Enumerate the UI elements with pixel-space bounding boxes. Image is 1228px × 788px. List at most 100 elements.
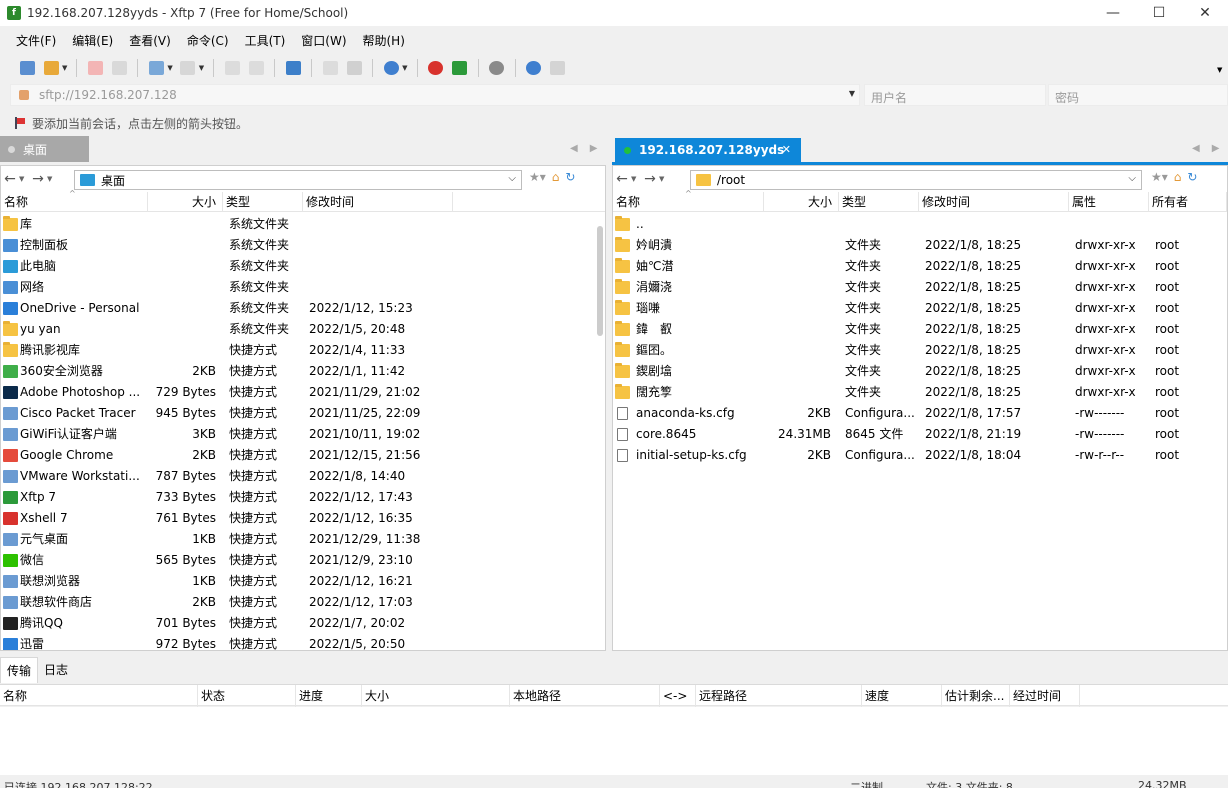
menu-window[interactable]: 窗口(W) bbox=[293, 32, 354, 49]
toolbar-overflow-icon[interactable]: ▼ bbox=[1217, 66, 1222, 74]
transfer-col-elapsed[interactable]: 经过时间 bbox=[1010, 685, 1080, 707]
disconnect-button[interactable] bbox=[84, 57, 106, 79]
forward-arrow-icon[interactable]: → bbox=[641, 171, 659, 187]
local-file-row[interactable]: Xshell 7 761 Bytes 快捷方式 2022/1/12, 16:35 bbox=[1, 508, 605, 529]
remote-file-row[interactable]: 涓嬭浇 文件夹 2022/1/8, 18:25 drwxr-xr-x root bbox=[613, 277, 1227, 298]
home-icon[interactable]: ⌂ bbox=[1174, 170, 1182, 184]
address-bar[interactable]: sftp://192.168.207.128 ▼ bbox=[10, 84, 860, 106]
options-button[interactable] bbox=[486, 57, 508, 79]
chevron-down-icon[interactable]: ▼ bbox=[402, 64, 407, 72]
chevron-down-icon[interactable]: ▼ bbox=[631, 175, 641, 183]
refresh-icon[interactable]: ↻ bbox=[1187, 170, 1197, 184]
chevron-down-icon[interactable]: ▼ bbox=[62, 64, 67, 72]
help-button[interactable] bbox=[523, 57, 545, 79]
flag-icon[interactable] bbox=[14, 117, 26, 129]
column-size[interactable]: 大小 bbox=[764, 192, 839, 212]
local-path-field[interactable]: 桌面 ⌵ bbox=[74, 170, 522, 190]
local-file-row[interactable]: Google Chrome 2KB 快捷方式 2021/12/15, 21:56 bbox=[1, 445, 605, 466]
transfer-col-remote-path[interactable]: 远程路径 bbox=[696, 685, 862, 707]
transfer-col-name[interactable]: 名称 bbox=[0, 685, 198, 707]
feedback-button[interactable] bbox=[547, 57, 569, 79]
copy-button[interactable] bbox=[319, 57, 341, 79]
local-file-row[interactable]: 联想浏览器 1KB 快捷方式 2022/1/12, 16:21 bbox=[1, 571, 605, 592]
back-arrow-icon[interactable]: ← bbox=[613, 171, 631, 187]
column-name[interactable]: 名称 bbox=[1, 192, 148, 212]
transfer-col-size[interactable]: 大小 bbox=[362, 685, 510, 707]
chevron-down-icon[interactable]: ▼ bbox=[167, 64, 172, 72]
remote-file-row[interactable]: anaconda-ks.cfg 2KB Configura... 2022/1/8, … bbox=[613, 403, 1227, 424]
encoding-button[interactable] bbox=[380, 57, 402, 79]
local-file-row[interactable]: 联想软件商店 2KB 快捷方式 2022/1/12, 17:03 bbox=[1, 592, 605, 613]
home-icon[interactable]: ⌂ bbox=[552, 170, 560, 184]
chevron-down-icon[interactable]: ▼ bbox=[47, 175, 57, 183]
local-file-row[interactable]: 库 系统文件夹 bbox=[1, 214, 605, 235]
address-input[interactable]: sftp://192.168.207.128 bbox=[39, 88, 177, 102]
tab-remote-session[interactable]: 192.168.207.128yyds ✕ bbox=[615, 138, 801, 162]
tab-local-desktop[interactable]: 桌面 bbox=[0, 136, 89, 162]
remote-file-row[interactable]: 鍥剧墖 文件夹 2022/1/8, 18:25 drwxr-xr-x root bbox=[613, 361, 1227, 382]
local-file-row[interactable]: yu yan 系统文件夹 2022/1/5, 20:48 bbox=[1, 319, 605, 340]
back-arrow-icon[interactable]: ← bbox=[1, 171, 19, 187]
chevron-down-icon[interactable]: ⌵ bbox=[1128, 173, 1136, 184]
edit-button[interactable] bbox=[245, 57, 267, 79]
sync-button[interactable] bbox=[145, 57, 167, 79]
local-file-row[interactable]: 迅雷 972 Bytes 快捷方式 2022/1/5, 20:50 bbox=[1, 634, 605, 650]
chevron-down-icon[interactable]: ⌵ bbox=[508, 173, 516, 184]
username-field[interactable]: 用户名 bbox=[864, 84, 1046, 106]
xftp-button[interactable] bbox=[449, 57, 471, 79]
local-file-row[interactable]: VMware Workstati... 787 Bytes 快捷方式 2022/1/8… bbox=[1, 466, 605, 487]
menu-view[interactable]: 查看(V) bbox=[121, 32, 179, 49]
password-field[interactable]: 密码 bbox=[1048, 84, 1228, 106]
local-file-row[interactable]: Xftp 7 733 Bytes 快捷方式 2022/1/12, 17:43 bbox=[1, 487, 605, 508]
menu-tools[interactable]: 工具(T) bbox=[237, 32, 294, 49]
paste-button[interactable] bbox=[343, 57, 365, 79]
chevron-down-icon[interactable]: ▼ bbox=[849, 89, 855, 98]
column-attributes[interactable]: 属性 bbox=[1069, 192, 1149, 212]
column-name[interactable]: 名称 bbox=[613, 192, 764, 212]
remote-file-row[interactable]: 妗岄潰 文件夹 2022/1/8, 18:25 drwxr-xr-x root bbox=[613, 235, 1227, 256]
menu-help[interactable]: 帮助(H) bbox=[355, 32, 413, 49]
reconnect-button[interactable] bbox=[108, 57, 130, 79]
local-file-row[interactable]: 元气桌面 1KB 快捷方式 2021/12/29, 11:38 bbox=[1, 529, 605, 550]
remote-file-row[interactable]: .. bbox=[613, 214, 1227, 235]
transfer-col-local-path[interactable]: 本地路径 bbox=[510, 685, 660, 707]
maximize-button[interactable]: ☐ bbox=[1136, 0, 1182, 26]
column-modified[interactable]: 修改时间 bbox=[919, 192, 1069, 212]
chevron-down-icon[interactable]: ▼ bbox=[659, 175, 669, 183]
transfer-col-status[interactable]: 状态 bbox=[198, 685, 296, 707]
transfer-col-speed[interactable]: 速度 bbox=[862, 685, 942, 707]
filter-icon[interactable]: ★▾ bbox=[1151, 170, 1168, 184]
close-tab-icon[interactable]: ✕ bbox=[782, 143, 791, 156]
column-modified[interactable]: 修改时间 bbox=[303, 192, 453, 212]
remote-file-row[interactable]: 闊充箰 文件夹 2022/1/8, 18:25 drwxr-xr-x root bbox=[613, 382, 1227, 403]
open-session-button[interactable] bbox=[40, 57, 62, 79]
remote-file-row[interactable]: initial-setup-ks.cfg 2KB Configura... 2022/… bbox=[613, 445, 1227, 466]
transfer-button[interactable] bbox=[282, 57, 304, 79]
remote-tab-scroll-arrows[interactable]: ◀▶ bbox=[1192, 143, 1228, 154]
xshell-button[interactable] bbox=[425, 57, 447, 79]
local-file-row[interactable]: Adobe Photoshop ... 729 Bytes 快捷方式 2021/11/… bbox=[1, 382, 605, 403]
properties-button[interactable] bbox=[221, 57, 243, 79]
remote-file-row[interactable]: core.8645 24.31MB 8645 文件 2022/1/8, 21:19 -r… bbox=[613, 424, 1227, 445]
forward-arrow-icon[interactable]: → bbox=[29, 171, 47, 187]
transfer-col-direction[interactable]: <-> bbox=[660, 685, 696, 707]
local-file-row[interactable]: 微信 565 Bytes 快捷方式 2021/12/9, 23:10 bbox=[1, 550, 605, 571]
menu-command[interactable]: 命令(C) bbox=[179, 32, 237, 49]
local-file-row[interactable]: 网络 系统文件夹 bbox=[1, 277, 605, 298]
column-owner[interactable]: 所有者 bbox=[1149, 192, 1227, 212]
local-file-row[interactable]: 腾讯影视库 快捷方式 2022/1/4, 11:33 bbox=[1, 340, 605, 361]
filter-icon[interactable]: ★▾ bbox=[529, 170, 546, 184]
remote-file-row[interactable]: 妯℃澘 文件夹 2022/1/8, 18:25 drwxr-xr-x root bbox=[613, 256, 1227, 277]
remote-file-row[interactable]: 鍏 叡 文件夹 2022/1/8, 18:25 drwxr-xr-x root bbox=[613, 319, 1227, 340]
menu-file[interactable]: 文件(F) bbox=[8, 32, 64, 49]
menu-edit[interactable]: 编辑(E) bbox=[64, 32, 121, 49]
remote-file-row[interactable]: 瑙嗛 文件夹 2022/1/8, 18:25 drwxr-xr-x root bbox=[613, 298, 1227, 319]
tab-log[interactable]: 日志 bbox=[38, 657, 74, 683]
chevron-down-icon[interactable]: ▼ bbox=[199, 64, 204, 72]
transfer-col-eta[interactable]: 估计剩余... bbox=[942, 685, 1010, 707]
remote-path-field[interactable]: /root ⌵ bbox=[690, 170, 1142, 190]
local-tab-scroll-arrows[interactable]: ◀▶ bbox=[570, 143, 609, 154]
local-file-row[interactable]: 此电脑 系统文件夹 bbox=[1, 256, 605, 277]
chevron-down-icon[interactable]: ▼ bbox=[19, 175, 29, 183]
local-file-row[interactable]: 控制面板 系统文件夹 bbox=[1, 235, 605, 256]
